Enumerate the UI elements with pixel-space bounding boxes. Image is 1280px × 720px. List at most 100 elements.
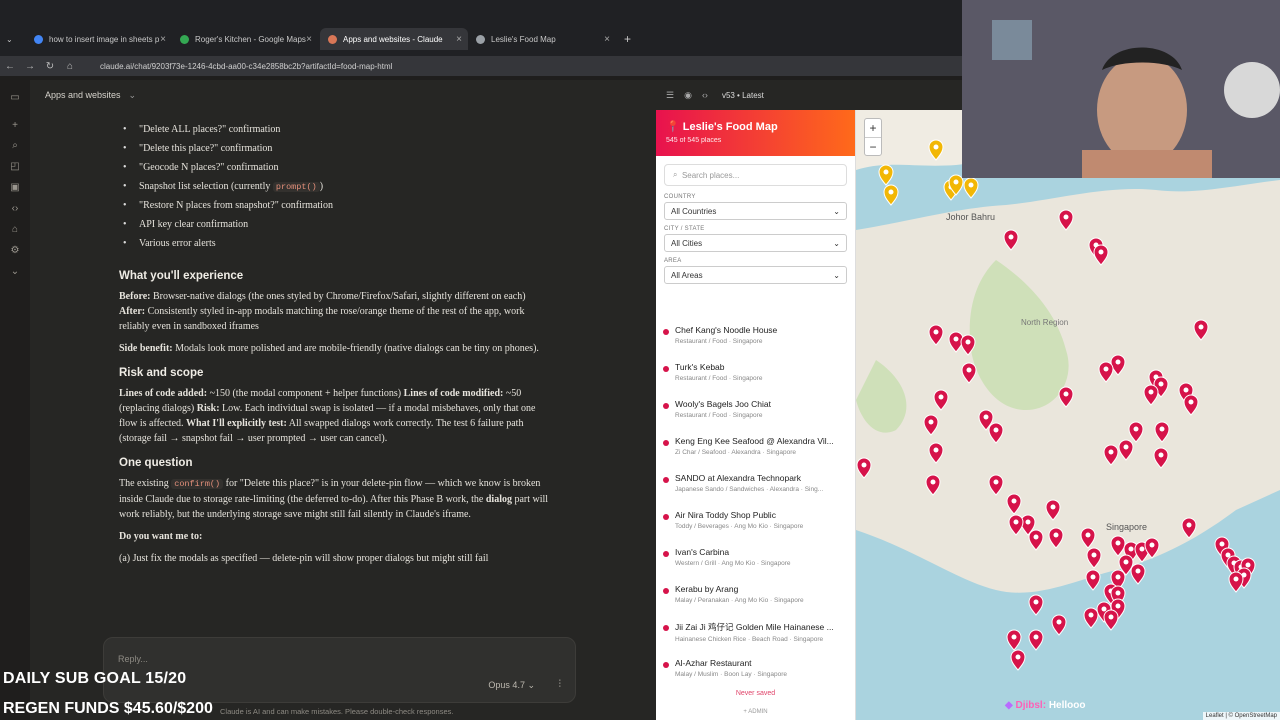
list-item[interactable]: Keng Eng Kee Seafood @ Alexandra Vil... Z… [656,431,855,468]
reply-input[interactable]: Reply... [118,654,148,664]
map-pin-dot [1033,634,1039,640]
search-icon[interactable]: ⌕ [9,140,21,152]
tab-maps[interactable]: Roger's Kitchen - Google Maps × [172,28,318,50]
list-item[interactable]: Air Nira Toddy Shop Public Toddy / Bevera… [656,505,855,542]
projects-icon[interactable]: ▣ [9,182,21,194]
search-input[interactable]: ⌕ Search places... [664,164,847,186]
map-pin-dot [1050,504,1056,510]
map-pin-dot [1133,426,1139,432]
url-field[interactable]: claude.ai/chat/9203f73e-1246-4cbd-aa00-c… [100,62,392,71]
zoom-out-button[interactable]: − [865,137,881,155]
place-meta: Hainanese Chicken Rice · Beach Road · Si… [675,636,824,643]
zoom-in-button[interactable]: + [865,119,881,137]
paragraph-option-a: (a) Just fix the modals as specified — d… [119,551,549,566]
place-meta: Malay / Muslim · Boon Lay · Singapore [675,671,787,678]
code-icon[interactable]: ‹› [702,90,708,100]
list-icon[interactable]: ☰ [666,90,674,101]
tab-claude[interactable]: Apps and websites - Claude × [320,28,468,50]
map-canvas[interactable]: Johor Bahru North Region Singapore [856,110,1280,720]
list-item[interactable]: Kerabu by Arang Malay / Peranakan · Ang M… [656,579,855,616]
list-item[interactable]: Jii Zai Ji 鸡仔记 Golden Mile Hainanese ...… [656,616,855,653]
list-item[interactable]: SANDO at Alexandra Technopark Japanese Sa… [656,468,855,505]
place-name: Keng Eng Kee Seafood @ Alexandra Vil... [675,436,834,446]
map-pin-dot [1128,546,1134,552]
heading-question: One question [119,457,193,469]
select-value: All Areas [671,270,703,280]
map-pin-dot [1115,574,1121,580]
close-icon[interactable]: × [604,34,610,45]
food-map-sidebar: 📍 Leslie's Food Map 545 of 545 places ⌕ … [656,110,856,720]
map-pin-dot [1090,574,1096,580]
preview-eye-icon[interactable]: ◉ [684,90,692,101]
model-selector[interactable]: Opus 4.7 ⌄ [488,680,535,691]
list-item[interactable]: Al-Azhar Restaurant Malay / Muslim · Boon… [656,653,855,680]
area-select[interactable]: All Areas ⌄ [664,266,847,284]
tab-food-map[interactable]: Leslie's Food Map × [468,28,616,50]
place-meta: Zi Char / Seafood · Alexandra · Singapor… [675,449,797,456]
map-pin-dot [1091,552,1097,558]
settings-icon[interactable]: ⚙ [9,245,21,257]
map-view[interactable]: Johor Bahru North Region Singapore + − L… [856,110,1280,720]
tab-sheets[interactable]: how to insert image in sheets p × [26,28,172,50]
city-select[interactable]: All Cities ⌄ [664,234,847,252]
paragraph-text: Modals look more polished and are mobile… [172,343,539,354]
tab-strip: how to insert image in sheets p × Roger'… [0,28,962,50]
browser-tabbar: how to insert image in sheets p × Roger'… [0,0,962,56]
paragraph-text: The existing [119,478,172,489]
person-shoulders [1082,150,1212,178]
heading-risk: Risk and scope [119,367,204,379]
reload-icon[interactable]: ↻ [40,61,60,72]
list-item: Snapshot list selection (currently promp… [119,179,549,198]
close-icon[interactable]: × [306,34,312,45]
chat-user: Djibsl: [1015,700,1047,711]
list-item[interactable]: Ivan's Carbina Western / Grill · Ang Mo K… [656,542,855,579]
map-pin-dot [1088,612,1094,618]
back-icon[interactable]: ← [0,61,20,72]
map-pin-dot [1108,614,1114,620]
sidebar-toggle-icon[interactable]: ▭ [9,92,21,104]
voice-icon[interactable]: ⫶ [559,679,562,690]
place-meta: Western / Grill · Ang Mo Kio · Singapore [675,560,791,567]
new-tab-button[interactable]: + [620,28,640,50]
bold-label: dialog [485,494,512,505]
tab-menu-chevron-icon[interactable]: ⌄ [2,28,20,50]
forward-icon[interactable]: → [20,61,40,72]
map-pin-dot [888,189,894,195]
list-item[interactable]: Chef Kang's Noodle House Restaurant / Foo… [656,320,855,357]
conversation-title[interactable]: Apps and websites ⌄ [45,90,136,101]
map-pin-dot [1135,568,1141,574]
list-item: Various error alerts [119,236,549,255]
chevron-down-icon[interactable]: ⌄ [9,266,21,278]
paragraph-side-benefit: Side benefit: Modals look more polished … [119,341,549,356]
version-label[interactable]: v53 • Latest [722,91,764,100]
code-icon[interactable]: ‹› [9,203,21,215]
fan [1224,62,1280,118]
home-icon[interactable]: ⌂ [60,61,80,72]
close-icon[interactable]: × [456,34,462,45]
select-value: All Countries [671,206,717,216]
close-icon[interactable]: × [160,34,166,45]
list-item: "Delete ALL places?" confirmation [119,122,549,141]
artifacts-icon[interactable]: ⌂ [9,224,21,236]
map-pin-dot [928,419,934,425]
map-attribution[interactable]: Leaflet | © OpenStreetMap [1202,712,1280,720]
poster [992,20,1032,60]
chats-icon[interactable]: ◰ [9,161,21,173]
heading-experience: What you'll experience [119,270,244,282]
stream-sub-goal: DAILY SUB GOAL 15/20 [3,670,187,687]
admin-link[interactable]: + ADMIN [656,709,855,715]
tab-label: Leslie's Food Map [491,34,556,44]
list-item[interactable]: Turk's Kebab Restaurant / Food · Singapor… [656,357,855,394]
list-item[interactable]: Wooly's Bagels Joo Chiat Restaurant / Foo… [656,394,855,431]
title-text: Apps and websites [45,90,121,100]
map-pin-dot [1115,590,1121,596]
country-select[interactable]: All Countries ⌄ [664,202,847,220]
stream-chat-message: ◆ Djibsl: Hellooo [1005,700,1086,711]
map-pin-dot [1033,599,1039,605]
place-name: Air Nira Toddy Shop Public [675,510,776,520]
list-item: "Geocode N places?" confirmation [119,160,549,179]
stream-regen-funds: REGEN FUNDS $45.60/$200 [3,700,213,717]
new-chat-icon[interactable]: + [9,120,21,132]
globe-icon [476,34,485,44]
zoom-control: + − [864,118,882,156]
